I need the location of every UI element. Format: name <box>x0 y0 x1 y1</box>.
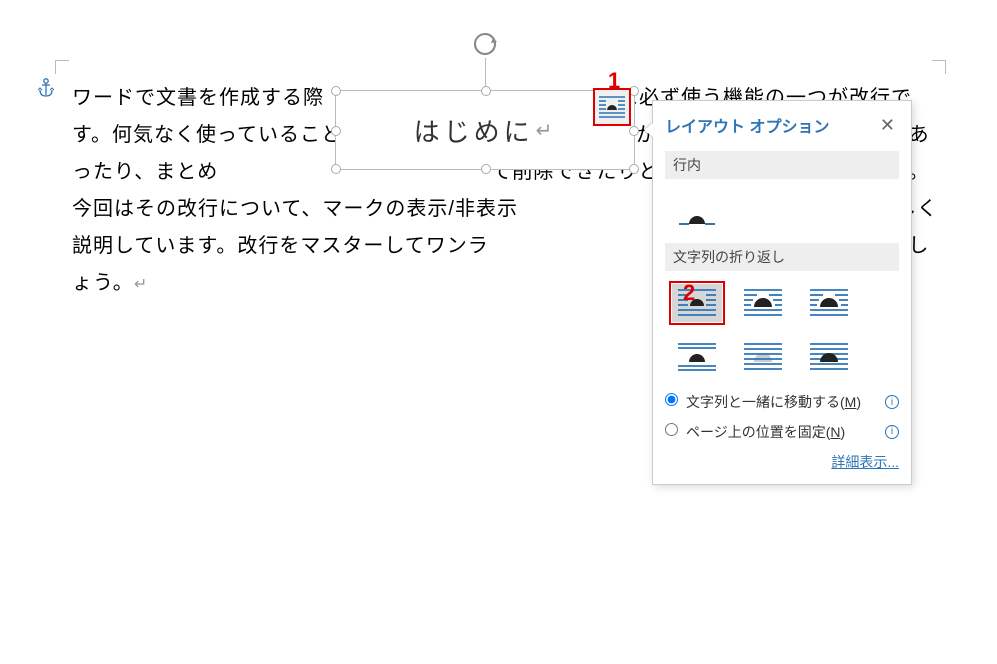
panel-title: レイアウト オプション <box>665 113 829 137</box>
wrap-tight-icon <box>741 286 785 320</box>
info-icon[interactable]: i <box>885 425 899 439</box>
text-box[interactable]: はじめに↵ <box>335 90 635 170</box>
option-infront-text[interactable] <box>801 335 857 379</box>
wrap-through-icon <box>807 286 851 320</box>
close-icon[interactable]: ✕ <box>876 115 899 136</box>
option-behind-text[interactable] <box>735 335 791 379</box>
annotation-2: 2 <box>683 280 695 306</box>
more-options-link[interactable]: 詳細表示... <box>831 454 899 470</box>
paragraph-mark-icon: ↵ <box>134 276 148 293</box>
section-inline-label: 行内 <box>665 151 899 179</box>
behind-text-icon <box>741 340 785 374</box>
radio-fix-position-label: ページ上の位置を固定(N) <box>686 423 877 443</box>
radio-fix-position[interactable] <box>665 423 678 436</box>
option-wrap-topbottom[interactable] <box>669 335 725 379</box>
infront-text-icon <box>807 340 851 374</box>
page-corner-tr <box>932 60 946 74</box>
resize-handle[interactable] <box>331 126 341 136</box>
resize-handle[interactable] <box>331 86 341 96</box>
option-inline[interactable] <box>669 189 725 233</box>
wrap-square-icon <box>675 286 719 320</box>
resize-handle[interactable] <box>629 164 639 174</box>
inline-icon <box>677 196 717 226</box>
option-wrap-square[interactable] <box>669 281 725 325</box>
section-wrap-label: 文字列の折り返し <box>665 243 899 271</box>
panel-pointer <box>644 123 653 137</box>
resize-handle[interactable] <box>629 126 639 136</box>
textbox-content: はじめに <box>414 112 534 149</box>
wrap-topbottom-icon <box>675 340 719 374</box>
radio-move-with-text[interactable] <box>665 393 678 406</box>
resize-handle[interactable] <box>481 86 491 96</box>
annotation-1: 1 <box>608 68 620 94</box>
resize-handle[interactable] <box>331 164 341 174</box>
option-wrap-tight[interactable] <box>735 281 791 325</box>
resize-handle[interactable] <box>481 164 491 174</box>
info-icon[interactable]: i <box>885 395 899 409</box>
radio-move-with-text-label: 文字列と一緒に移動する(M) <box>686 393 877 413</box>
option-wrap-through[interactable] <box>801 281 857 325</box>
page-corner-tl <box>55 60 69 74</box>
return-mark-icon: ↵ <box>536 118 557 143</box>
wrap-square-icon <box>597 94 627 120</box>
anchor-icon <box>38 78 54 103</box>
